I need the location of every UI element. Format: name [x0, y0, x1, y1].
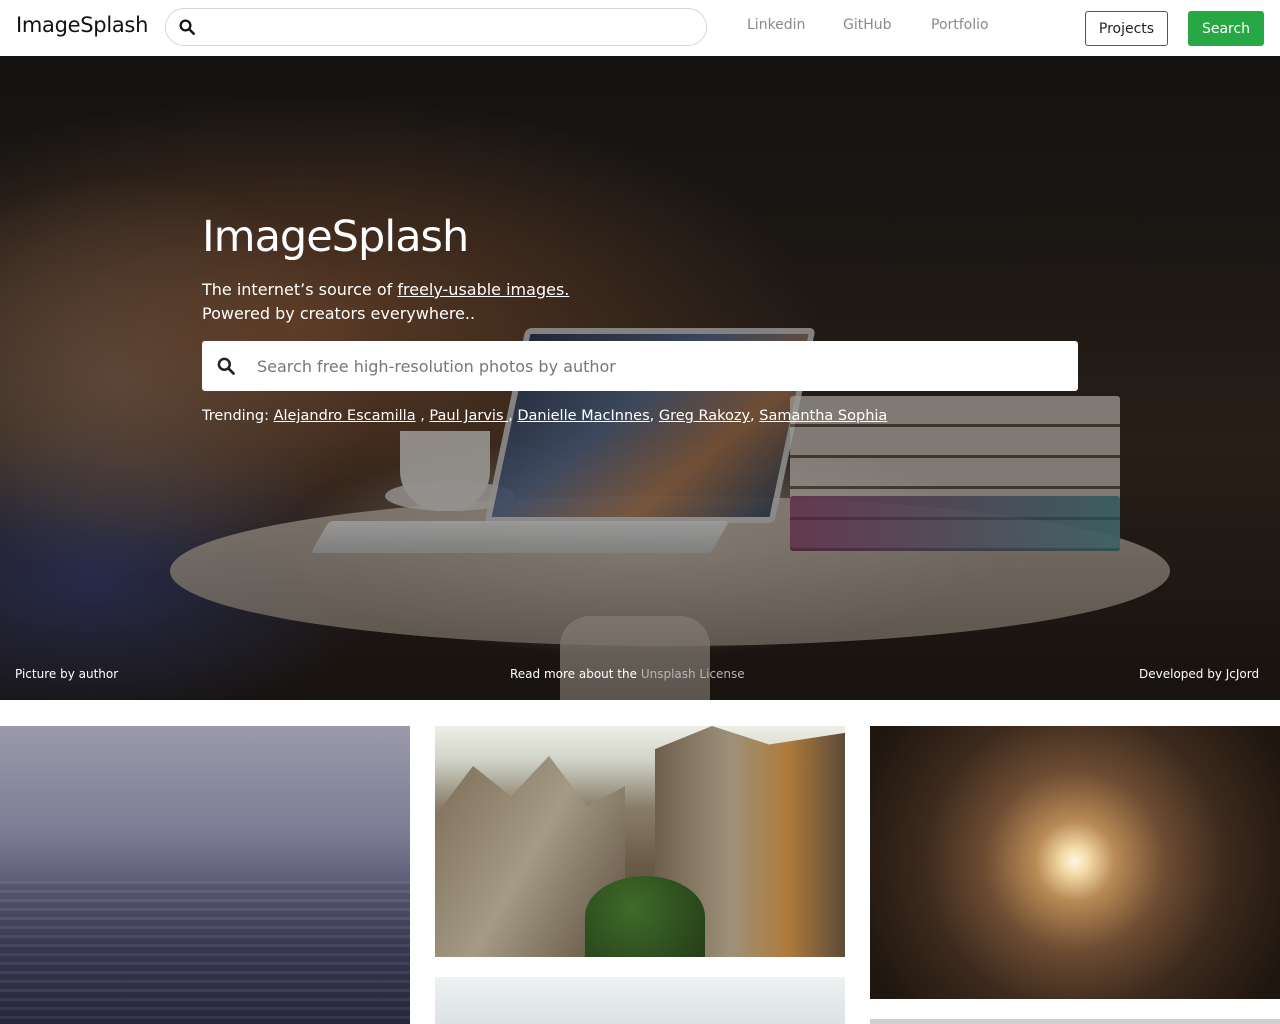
search-icon	[179, 19, 195, 35]
hero-search-bar[interactable]	[202, 341, 1078, 391]
trending-list: Trending: Alejandro Escamilla , Paul Jar…	[202, 408, 887, 424]
nav-search-box[interactable]	[165, 8, 707, 46]
license-notice: Read more about the Unsplash License	[510, 667, 745, 681]
trending-link-paul-jarvis[interactable]: Paul Jarvis	[429, 408, 508, 424]
gallery-photo-tunnel[interactable]	[870, 726, 1280, 999]
trending-separator: ,	[508, 408, 513, 424]
gallery-photo-rocks[interactable]	[435, 726, 845, 957]
trending-link-samantha-sophia[interactable]: Samantha Sophia	[759, 408, 887, 424]
trees	[585, 876, 705, 957]
hero-search-input[interactable]	[248, 341, 1068, 391]
unsplash-license-link[interactable]: Unsplash License	[641, 667, 745, 681]
picture-credit[interactable]: Picture by author	[15, 667, 118, 681]
search-button[interactable]: Search	[1188, 11, 1264, 46]
freely-usable-images-link[interactable]: freely-usable images.	[397, 280, 569, 299]
nav-link-portfolio[interactable]: Portfolio	[931, 17, 989, 33]
nav-link-linkedin[interactable]: Linkedin	[747, 17, 805, 33]
hero-subtitle-line2: Powered by creators everywhere..	[202, 304, 476, 323]
hero-section: ImageSplash The internet’s source of fre…	[0, 56, 1280, 700]
gallery-photo-fog[interactable]	[435, 977, 845, 1024]
photo-gallery	[0, 726, 1280, 1024]
nav-link-github[interactable]: GitHub	[843, 17, 892, 33]
trending-separator: ,	[649, 408, 655, 424]
trending-separator: ,	[750, 408, 755, 424]
sea-waves	[0, 881, 410, 1024]
hero-subtitle: The internet’s source of freely-usable i…	[202, 278, 569, 326]
trending-label: Trending:	[202, 408, 269, 424]
trending-separator: ,	[415, 408, 425, 424]
license-prefix: Read more about the	[510, 667, 641, 681]
projects-button[interactable]: Projects	[1085, 11, 1168, 46]
gallery-photo-sea[interactable]	[0, 726, 410, 1024]
trending-link-danielle-macinnes[interactable]: Danielle MacInnes	[517, 408, 649, 424]
navbar: ImageSplash Linkedin GitHub Portfolio Pr…	[0, 0, 1280, 56]
nav-search-input[interactable]	[206, 13, 696, 41]
developed-by[interactable]: Developed by JcJord	[1139, 667, 1259, 681]
hero-search-icon-box[interactable]	[202, 341, 248, 391]
trending-link-alejandro-escamilla[interactable]: Alejandro Escamilla	[274, 408, 416, 424]
hero-subtitle-prefix: The internet’s source of	[202, 280, 398, 299]
brand-logo[interactable]: ImageSplash	[16, 13, 148, 37]
trending-link-greg-rakozy[interactable]: Greg Rakozy	[659, 408, 750, 424]
search-icon	[217, 357, 235, 375]
gallery-photo-partial[interactable]	[870, 1019, 1280, 1024]
hero-title: ImageSplash	[202, 212, 469, 262]
